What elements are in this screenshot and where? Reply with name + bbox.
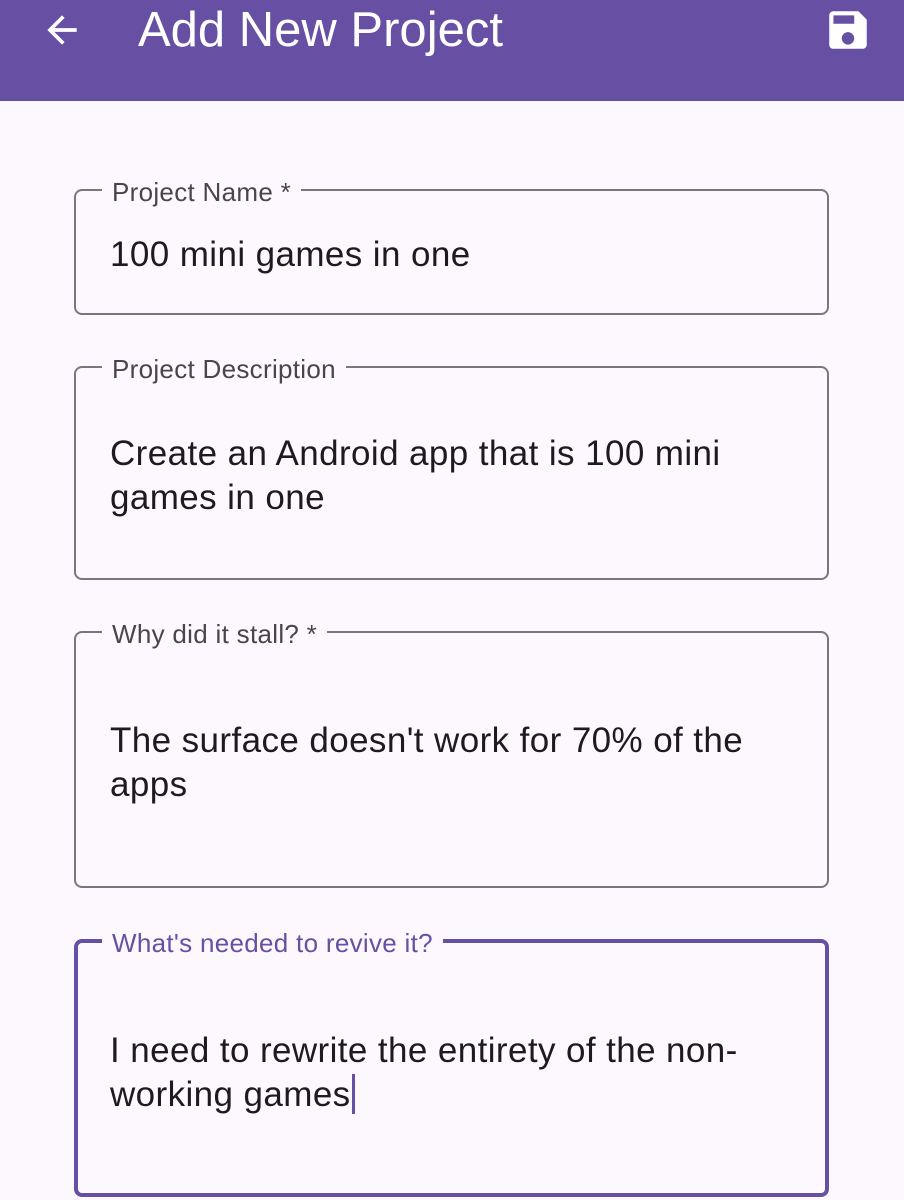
- text-cursor: [351, 1074, 355, 1114]
- page-title: Add New Project: [138, 3, 503, 57]
- project-name-value: 100 mini games in one: [110, 235, 471, 274]
- why-stalled-value: The surface doesn't work for 70% of the …: [110, 721, 754, 804]
- project-description-label: Project Description: [102, 354, 346, 384]
- revive-needs-value: I need to rewrite the entirety of the no…: [110, 1029, 795, 1117]
- arrow-back-icon: [47, 15, 77, 45]
- revive-needs-label: What's needed to revive it?: [102, 928, 443, 958]
- project-description-value: Create an Android app that is 100 mini g…: [110, 434, 731, 517]
- project-name-field[interactable]: Project Name * 100 mini games in one: [74, 177, 829, 315]
- save-icon: [829, 11, 867, 49]
- why-stalled-label: Why did it stall? *: [102, 619, 328, 649]
- project-description-field[interactable]: Project Description Create an Android ap…: [74, 354, 829, 580]
- back-button[interactable]: [36, 4, 88, 56]
- project-name-label: Project Name *: [102, 177, 302, 207]
- save-button[interactable]: [818, 2, 878, 58]
- top-app-bar: Add New Project: [0, 0, 904, 101]
- revive-needs-field[interactable]: What's needed to revive it? I need to re…: [74, 928, 829, 1197]
- revive-needs-text: I need to rewrite the entirety of the no…: [110, 1031, 738, 1114]
- why-stalled-field[interactable]: Why did it stall? * The surface doesn't …: [74, 619, 829, 888]
